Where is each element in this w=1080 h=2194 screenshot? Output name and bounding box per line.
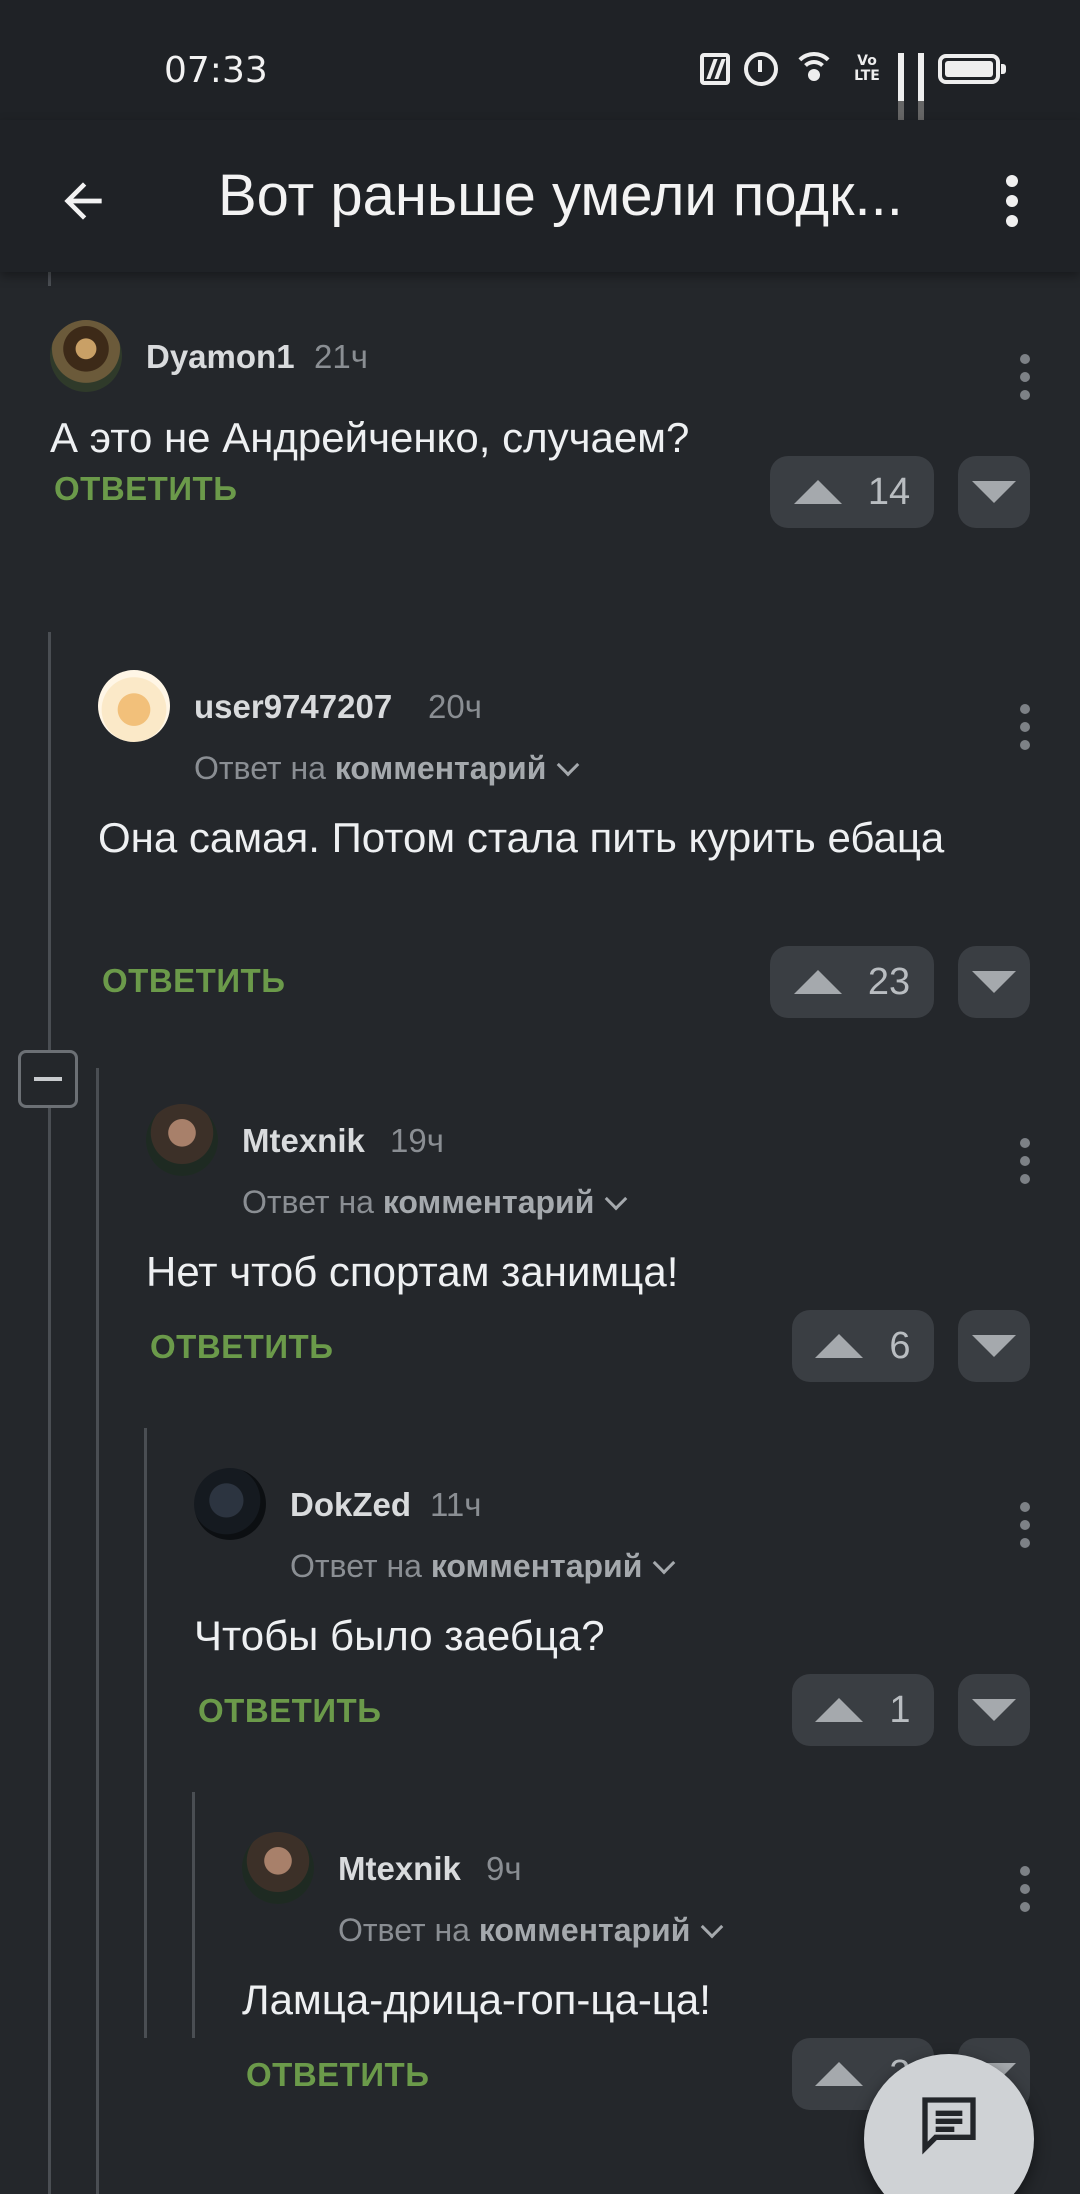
- battery-icon: [938, 54, 1006, 84]
- arrow-down-icon: [972, 1699, 1016, 1721]
- thread-line: [96, 1068, 99, 2194]
- comment-author[interactable]: user9747207: [194, 688, 392, 726]
- avatar[interactable]: [146, 1104, 218, 1176]
- more-vertical-icon[interactable]: [1020, 354, 1032, 400]
- comment-text: А это не Андрейченко, случаем?: [50, 414, 690, 461]
- reply-to[interactable]: Ответ на комментарий: [338, 1912, 724, 1949]
- downvote-button[interactable]: [958, 1310, 1030, 1382]
- comment-author[interactable]: Dyamon1: [146, 338, 295, 376]
- thread-line: [192, 1792, 195, 2038]
- arrow-down-icon: [972, 971, 1016, 993]
- avatar[interactable]: [50, 320, 122, 392]
- reply-button[interactable]: ОТВЕТИТЬ: [198, 1692, 381, 1730]
- avatar[interactable]: [98, 670, 170, 742]
- page-title: Вот раньше умели подк...: [218, 163, 903, 228]
- comment-rating: 23: [867, 960, 911, 1003]
- wifi-icon: [792, 52, 836, 86]
- arrow-up-icon: [815, 1698, 864, 1722]
- chevron-down-icon: [653, 1551, 676, 1575]
- comment-text: Она самая. Потом стала пить курить ебаца: [98, 814, 945, 861]
- comment-author[interactable]: Mtexnik: [338, 1850, 461, 1888]
- comment-time: 9ч: [486, 1850, 522, 1887]
- comment-icon: [922, 2097, 976, 2155]
- comment-time: 19ч: [390, 1122, 444, 1159]
- downvote-button[interactable]: [958, 946, 1030, 1018]
- more-vertical-icon[interactable]: [1020, 1138, 1032, 1184]
- more-vertical-icon[interactable]: [972, 158, 1052, 244]
- reply-button[interactable]: ОТВЕТИТЬ: [102, 962, 285, 1000]
- minus-icon: [34, 1077, 62, 1081]
- comment-author[interactable]: Mtexnik: [242, 1122, 365, 1160]
- comment-time: 11ч: [430, 1486, 482, 1523]
- upvote-button[interactable]: 6: [792, 1310, 934, 1382]
- reply-button[interactable]: ОТВЕТИТЬ: [246, 2056, 429, 2094]
- comment-time: 20ч: [428, 688, 482, 725]
- upvote-button[interactable]: 14: [770, 456, 934, 528]
- comment-thread: Dyamon1 21ч А это не Андрейченко, случае…: [0, 272, 1080, 2194]
- reply-button[interactable]: ОТВЕТИТЬ: [54, 470, 237, 508]
- reply-button[interactable]: ОТВЕТИТЬ: [150, 1328, 333, 1366]
- thread-line: [144, 1428, 147, 2038]
- comment-text: Нет чтоб спортам занимца!: [146, 1248, 679, 1295]
- thread-line: [48, 632, 51, 2194]
- thread-line: [48, 272, 51, 286]
- avatar[interactable]: [194, 1468, 266, 1540]
- comment-rating: 1: [889, 1688, 911, 1731]
- arrow-down-icon: [972, 481, 1016, 503]
- avatar[interactable]: [242, 1832, 314, 1904]
- reply-to[interactable]: Ответ на комментарий: [290, 1548, 676, 1585]
- comment: DokZed 11ч Ответ на комментарий Чтобы бы…: [194, 1460, 1080, 1780]
- more-vertical-icon[interactable]: [1020, 1502, 1032, 1548]
- comment-text: Чтобы было заебца?: [194, 1612, 605, 1659]
- nfc-icon: [700, 53, 730, 85]
- back-button[interactable]: [40, 158, 126, 244]
- arrow-up-icon: [815, 2062, 864, 2086]
- comment-time: 21ч: [314, 338, 368, 375]
- downvote-button[interactable]: [958, 456, 1030, 528]
- status-icons: Vo LTE: [700, 52, 1006, 131]
- arrow-down-icon: [972, 1335, 1016, 1357]
- signal-icon: [898, 53, 904, 131]
- comment-text: Ламца-дрица-гоп-ца-ца!: [242, 1976, 711, 2023]
- collapse-button[interactable]: [18, 1050, 78, 1108]
- comment-author[interactable]: DokZed: [290, 1486, 411, 1524]
- comment: Mtexnik 19ч Ответ на комментарий Нет что…: [146, 1096, 1080, 1416]
- comment-rating: 14: [867, 470, 911, 513]
- app-bar: Вот раньше умели подк...: [0, 120, 1080, 272]
- comment-rating: 6: [889, 1324, 911, 1367]
- arrow-up-icon: [793, 480, 842, 504]
- arrow-left-icon: [64, 182, 102, 220]
- more-vertical-icon[interactable]: [1020, 704, 1032, 750]
- more-vertical-icon[interactable]: [1020, 1866, 1032, 1912]
- chevron-down-icon: [701, 1915, 724, 1939]
- reply-to[interactable]: Ответ на комментарий: [242, 1184, 628, 1221]
- comment: Dyamon1 21ч А это не Андрейченко, случае…: [50, 312, 1080, 602]
- downvote-button[interactable]: [958, 1674, 1030, 1746]
- upvote-button[interactable]: 23: [770, 946, 934, 1018]
- signal-icon-2: [918, 53, 924, 131]
- status-time: 07:33: [164, 50, 268, 91]
- chevron-down-icon: [605, 1187, 628, 1211]
- comment: user9747207 20ч Ответ на комментарий Она…: [98, 662, 1080, 1042]
- arrow-up-icon: [815, 1334, 864, 1358]
- reply-to[interactable]: Ответ на комментарий: [194, 750, 580, 787]
- alarm-icon: [744, 52, 778, 86]
- chevron-down-icon: [557, 753, 580, 777]
- arrow-up-icon: [793, 970, 842, 994]
- status-bar: 07:33 Vo LTE: [0, 0, 1080, 131]
- upvote-button[interactable]: 1: [792, 1674, 934, 1746]
- volte-icon: Vo LTE: [854, 53, 880, 84]
